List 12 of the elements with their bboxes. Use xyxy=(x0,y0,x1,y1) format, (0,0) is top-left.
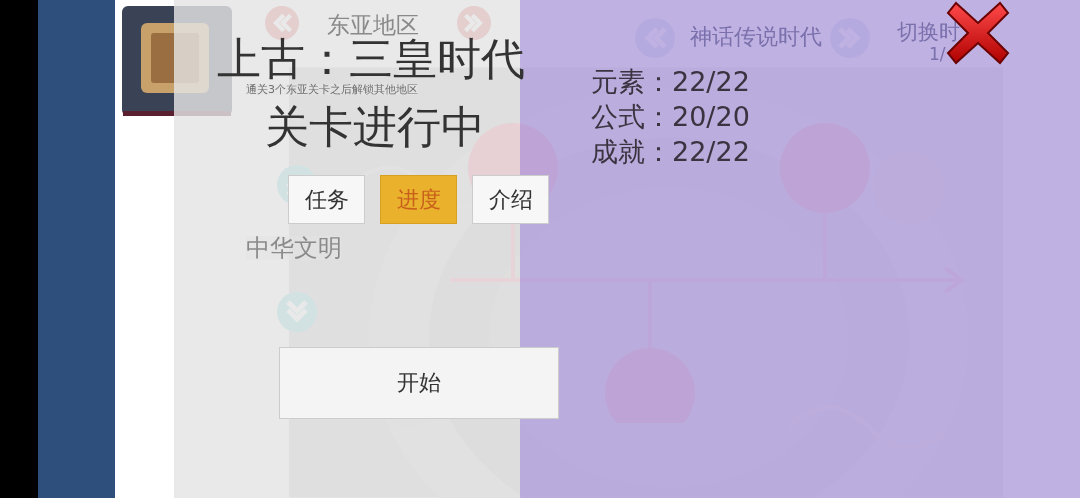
stat-text: 公式：20/20 xyxy=(591,100,750,134)
stat-text: 元素：22/22 xyxy=(591,65,750,99)
region-label: 东亚地区 xyxy=(327,14,419,37)
stat-text: 成就：22/22 xyxy=(591,135,750,169)
level-title: 上古：三皇时代 xyxy=(217,37,525,81)
start-button[interactable]: 开始 xyxy=(279,347,559,419)
era-label: 神话传说时代 xyxy=(690,26,822,48)
switch-label: 切换时 xyxy=(897,22,960,43)
tab[interactable]: 介绍 xyxy=(472,175,549,224)
page-counter: 1/ xyxy=(929,46,946,63)
tab[interactable]: 任务 xyxy=(288,175,365,224)
level-status: 关卡进行中 xyxy=(265,100,485,154)
